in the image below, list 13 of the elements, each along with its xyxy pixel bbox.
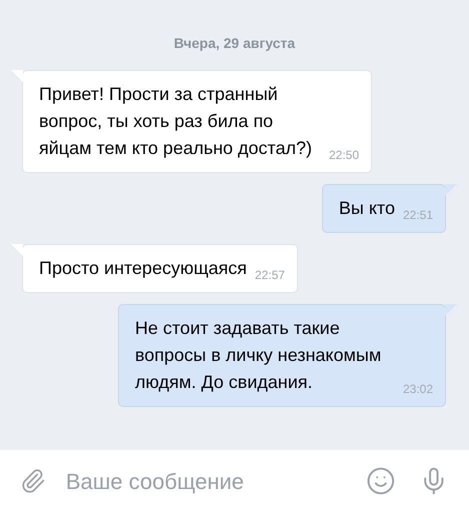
message-text: Привет! Прости за странный вопрос, ты хоть раз била по яйцам тем кто реально достал?) xyxy=(39,83,313,160)
message-text: Просто интересующаяся xyxy=(39,257,247,280)
message-time: 22:57 xyxy=(254,267,285,284)
date-divider: Вчера, 29 августа xyxy=(174,34,296,53)
emoji-icon[interactable] xyxy=(366,465,396,497)
message-input[interactable]: Ваше сообщение xyxy=(66,464,354,498)
attach-icon[interactable] xyxy=(20,467,46,495)
message-composer[interactable]: Ваше сообщение xyxy=(0,450,469,512)
message-time: 23:02 xyxy=(402,381,433,398)
message-text: Вы кто xyxy=(338,197,395,220)
message-text: Не стоит задавать такие вопросы в личку незнакомым людям. До свидания. xyxy=(135,317,382,394)
message-time: 22:50 xyxy=(328,147,359,164)
message-time: 22:51 xyxy=(402,207,433,224)
